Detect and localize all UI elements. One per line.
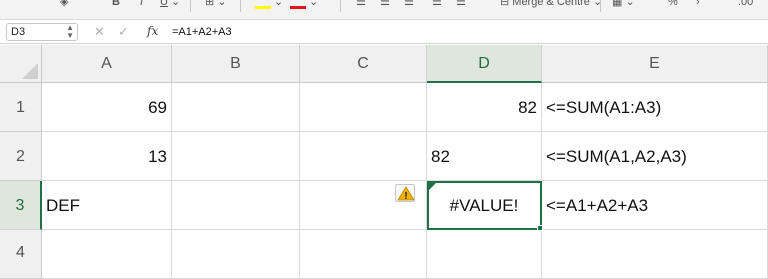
cell-e2[interactable]: <=SUM(A1,A2,A3) xyxy=(542,132,768,181)
error-indicator-triangle xyxy=(429,183,436,190)
ribbon-divider xyxy=(340,0,341,12)
increase-indent-icon[interactable]: ☰ xyxy=(456,0,466,10)
cell-b3[interactable] xyxy=(172,181,300,230)
merge-centre-button[interactable]: ⊟ Merge & Centre ⌄ xyxy=(500,0,602,10)
ribbon-toolbar: ◈ B I U ⌄ ⊞ ⌄ ⌄ ⌄ ☰ ☰ ☰ ☰ ☰ ⊟ Merge & Ce… xyxy=(0,0,768,20)
row-header-1[interactable]: 1 xyxy=(0,83,42,132)
fill-handle[interactable] xyxy=(537,225,543,231)
ribbon-divider xyxy=(190,0,191,12)
cell-b4[interactable] xyxy=(172,230,300,279)
name-box-dropdown-icon[interactable]: ▲ ▼ xyxy=(66,24,74,40)
ribbon-divider xyxy=(600,0,601,12)
error-options-button[interactable]: ! xyxy=(395,184,415,202)
cell-a3[interactable]: DEF xyxy=(42,181,172,230)
cell-c1[interactable] xyxy=(300,83,427,132)
formula-bar: D3 ▲ ▼ ✕ ✓ fx =A1+A2+A3 xyxy=(0,20,768,44)
merge-centre-label: Merge & Centre xyxy=(512,0,590,8)
cell-b1[interactable] xyxy=(172,83,300,132)
format-painter-icon[interactable]: ◈ xyxy=(60,0,68,10)
name-box[interactable]: D3 ▲ ▼ xyxy=(6,23,78,41)
increase-decimal-button[interactable]: .00 xyxy=(738,0,753,10)
cell-b2[interactable] xyxy=(172,132,300,181)
cell-a2[interactable]: 13 xyxy=(42,132,172,181)
percent-style-button[interactable]: % xyxy=(668,0,678,10)
insert-function-button[interactable]: fx xyxy=(147,24,158,38)
warning-icon: ! xyxy=(397,186,415,202)
cell-a4[interactable] xyxy=(42,230,172,279)
row-header-2[interactable]: 2 xyxy=(0,132,42,181)
cell-reference: D3 xyxy=(11,26,26,38)
cell-c2[interactable] xyxy=(300,132,427,181)
formula-input[interactable]: =A1+A2+A3 xyxy=(172,25,232,39)
comma-style-icon[interactable]: › xyxy=(696,0,700,10)
cell-c4[interactable] xyxy=(300,230,427,279)
cell-d4[interactable] xyxy=(427,230,542,279)
cell-e4[interactable] xyxy=(542,230,768,279)
select-all-button[interactable] xyxy=(0,45,42,83)
fill-color-dropdown-icon[interactable]: ⌄ xyxy=(274,0,283,10)
align-center-icon[interactable]: ☰ xyxy=(380,0,390,10)
active-cell-outline xyxy=(427,181,542,230)
cell-d1[interactable]: 82 xyxy=(427,83,542,132)
italic-icon[interactable]: I xyxy=(140,0,143,10)
cell-e1[interactable]: <=SUM(A1:A3) xyxy=(542,83,768,132)
underline-icon[interactable]: U ⌄ xyxy=(160,0,180,10)
cell-e3[interactable]: <=A1+A2+A3 xyxy=(542,181,768,230)
select-all-triangle-icon xyxy=(22,63,38,79)
row-header-4[interactable]: 4 xyxy=(0,230,42,279)
ribbon-divider xyxy=(240,0,241,12)
align-right-icon[interactable]: ☰ xyxy=(404,0,414,10)
column-header-c[interactable]: C xyxy=(300,45,427,83)
column-header-d[interactable]: D xyxy=(427,45,542,83)
cell-a1[interactable]: 69 xyxy=(42,83,172,132)
cell-d2[interactable]: 82 xyxy=(427,132,542,181)
row-header-3[interactable]: 3 xyxy=(0,181,42,230)
align-left-icon[interactable]: ☰ xyxy=(356,0,366,10)
font-color-dropdown-icon[interactable]: ⌄ xyxy=(309,0,318,10)
column-header-b[interactable]: B xyxy=(172,45,300,83)
decrease-indent-icon[interactable]: ☰ xyxy=(432,0,442,10)
bold-icon[interactable]: B xyxy=(112,0,120,10)
font-color-icon[interactable] xyxy=(290,6,306,9)
cancel-icon[interactable]: ✕ xyxy=(94,24,105,40)
enter-icon[interactable]: ✓ xyxy=(118,24,129,40)
number-format-icon[interactable]: ▦ ⌄ xyxy=(612,0,635,10)
fill-color-icon[interactable] xyxy=(255,6,271,9)
column-header-a[interactable]: A xyxy=(42,45,172,83)
borders-icon[interactable]: ⊞ ⌄ xyxy=(205,0,227,10)
svg-text:!: ! xyxy=(404,191,407,202)
column-header-e[interactable]: E xyxy=(542,45,768,83)
